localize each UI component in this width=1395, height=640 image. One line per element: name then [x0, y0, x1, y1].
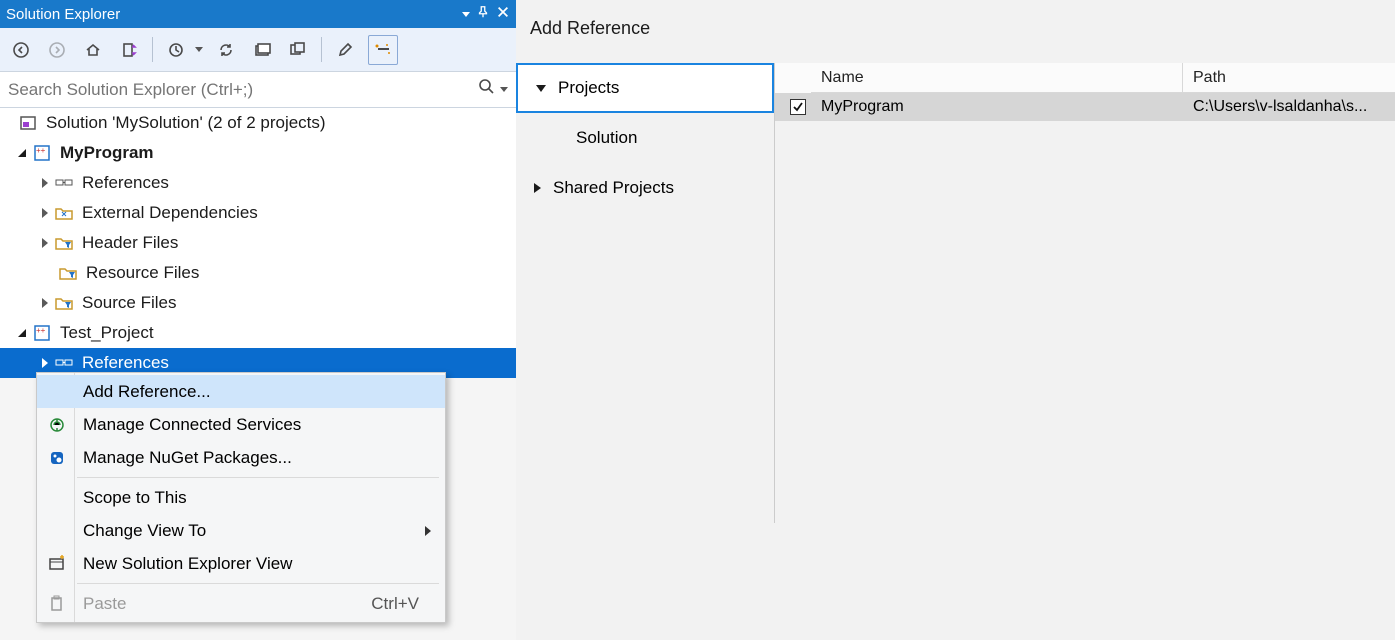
tree-node-resource-files[interactable]: Resource Files [0, 258, 516, 288]
tree-project-myprogram[interactable]: ++ MyProgram [0, 138, 516, 168]
forward-button[interactable] [44, 37, 70, 63]
expander-icon[interactable] [18, 149, 26, 157]
menu-manage-connected-services[interactable]: Manage Connected Services [37, 408, 445, 441]
solution-explorer-search[interactable] [0, 72, 516, 108]
project-label: Test_Project [60, 323, 154, 343]
folder-link-icon [54, 203, 74, 223]
row-name: MyProgram [811, 98, 1183, 116]
solution-explorer-pane: Solution Explorer [0, 0, 516, 640]
chevron-down-icon [536, 85, 546, 92]
menu-new-solution-explorer-view[interactable]: New Solution Explorer View [37, 547, 445, 580]
dialog-title: Add Reference [516, 0, 1395, 63]
reference-table: Name Path MyProgram C:\Users\v-lsaldanha… [774, 63, 1395, 523]
node-label: External Dependencies [82, 203, 258, 223]
pin-icon[interactable] [476, 5, 490, 23]
svg-text:++: ++ [36, 146, 46, 155]
node-label: Source Files [82, 293, 176, 313]
solution-tree: Solution 'MySolution' (2 of 2 projects) … [0, 108, 516, 378]
solution-label: Solution 'MySolution' (2 of 2 projects) [46, 113, 326, 133]
references-icon [54, 173, 74, 193]
expander-icon[interactable] [42, 178, 48, 188]
column-name[interactable]: Name [811, 63, 1183, 93]
solution-icon [18, 113, 38, 133]
blank-icon [47, 382, 67, 402]
node-label: Resource Files [86, 263, 199, 283]
blank-icon [47, 521, 67, 541]
column-path[interactable]: Path [1183, 63, 1395, 93]
dialog-category-sidebar: Projects Solution Shared Projects [516, 63, 774, 523]
project-icon: ++ [32, 323, 52, 343]
solution-explorer-toolbar [0, 28, 516, 72]
expander-icon[interactable] [42, 298, 48, 308]
expander-icon[interactable] [18, 329, 26, 337]
chevron-right-icon [534, 183, 541, 193]
solution-explorer-titlebar[interactable]: Solution Explorer [0, 0, 516, 28]
properties-button[interactable] [332, 37, 358, 63]
svg-text:++: ++ [36, 326, 46, 335]
pending-changes-filter-button[interactable] [163, 37, 189, 63]
new-view-icon [47, 554, 67, 574]
context-menu: Add Reference... Manage Connected Servic… [36, 372, 446, 623]
search-options-dropdown-icon[interactable] [500, 87, 508, 92]
category-projects[interactable]: Projects [516, 63, 774, 113]
filter-dropdown-icon[interactable] [195, 47, 203, 52]
switch-views-button[interactable] [116, 37, 142, 63]
connected-services-icon [47, 415, 67, 435]
node-label: References [82, 353, 169, 373]
node-label: References [82, 173, 169, 193]
panel-options-dropdown-icon[interactable] [462, 12, 470, 17]
sync-button[interactable] [213, 37, 239, 63]
collapse-all-button[interactable] [285, 37, 311, 63]
node-label: Header Files [82, 233, 178, 253]
close-icon[interactable] [496, 5, 510, 23]
back-button[interactable] [8, 37, 34, 63]
paste-icon [47, 594, 67, 614]
row-checkbox[interactable] [790, 99, 806, 115]
tree-solution-root[interactable]: Solution 'MySolution' (2 of 2 projects) [0, 108, 516, 138]
folder-filter-icon [54, 293, 74, 313]
refresh-button[interactable] [249, 37, 275, 63]
menu-scope-to-this[interactable]: Scope to This [37, 481, 445, 514]
folder-filter-icon [54, 233, 74, 253]
tree-node-header-files[interactable]: Header Files [0, 228, 516, 258]
show-all-files-button[interactable] [368, 35, 398, 65]
expander-icon[interactable] [42, 358, 48, 368]
tree-node-references[interactable]: References [0, 168, 516, 198]
home-button[interactable] [80, 37, 106, 63]
expander-icon[interactable] [42, 208, 48, 218]
row-path: C:\Users\v-lsaldanha\s... [1183, 98, 1395, 116]
solution-explorer-title: Solution Explorer [6, 6, 120, 23]
project-label: MyProgram [60, 143, 154, 163]
search-input[interactable] [8, 80, 478, 100]
category-shared-projects[interactable]: Shared Projects [516, 163, 774, 213]
folder-filter-icon [58, 263, 78, 283]
add-reference-dialog: Add Reference Projects Solution Shared P… [516, 0, 1395, 640]
menu-add-reference[interactable]: Add Reference... [37, 375, 445, 408]
submenu-arrow-icon [425, 526, 431, 536]
table-row[interactable]: MyProgram C:\Users\v-lsaldanha\s... [775, 93, 1395, 121]
menu-change-view-to[interactable]: Change View To [37, 514, 445, 547]
project-icon: ++ [32, 143, 52, 163]
expander-icon[interactable] [42, 238, 48, 248]
search-icon[interactable] [478, 78, 496, 101]
tree-node-external-deps[interactable]: External Dependencies [0, 198, 516, 228]
menu-manage-nuget[interactable]: Manage NuGet Packages... [37, 441, 445, 474]
category-solution[interactable]: Solution [516, 113, 774, 163]
menu-paste: Paste Ctrl+V [37, 587, 445, 620]
tree-node-source-files[interactable]: Source Files [0, 288, 516, 318]
tree-project-test-project[interactable]: ++ Test_Project [0, 318, 516, 348]
references-icon [54, 353, 74, 373]
blank-icon [47, 488, 67, 508]
table-header: Name Path [775, 63, 1395, 93]
nuget-icon [47, 448, 67, 468]
